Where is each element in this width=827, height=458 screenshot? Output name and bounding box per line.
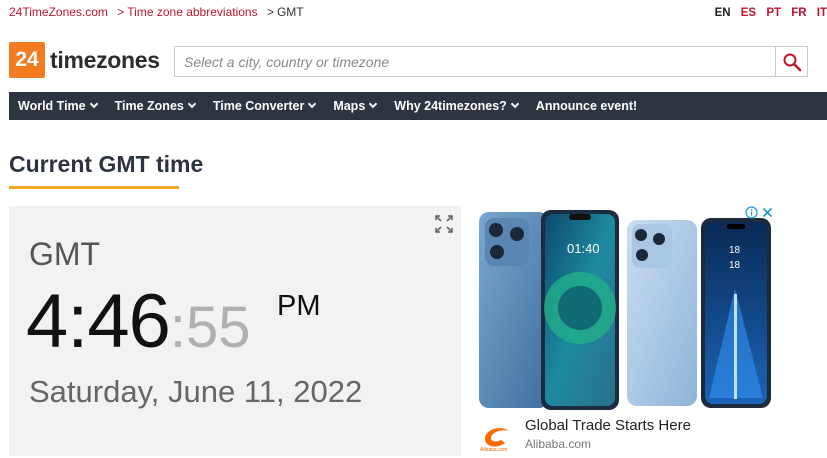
- chevron-down-icon: [187, 99, 197, 109]
- nav-why-24timezones[interactable]: Why 24timezones?: [385, 92, 527, 120]
- lang-es[interactable]: ES: [741, 7, 756, 19]
- ad-info-icon[interactable]: [745, 206, 758, 219]
- ad-image[interactable]: 01:40 18 18: [477, 208, 773, 413]
- breadcrumb-home-link[interactable]: 24TimeZones.com: [9, 5, 108, 19]
- breadcrumb-abbreviations-link[interactable]: Time zone abbreviations: [127, 5, 257, 19]
- ad-close-icon[interactable]: [762, 207, 773, 218]
- svg-text:18: 18: [729, 245, 741, 256]
- top-bar: 24TimeZones.com > Time zone abbreviations…: [0, 0, 827, 24]
- nav-label: Maps: [333, 99, 366, 113]
- nav-label: Why 24timezones?: [394, 99, 507, 113]
- ad-headline[interactable]: Global Trade Starts Here: [525, 417, 691, 434]
- clock-time: 4:46:55: [26, 278, 251, 365]
- page-title: Current GMT time: [9, 151, 204, 177]
- language-switcher: EN ES PT FR IT: [708, 7, 827, 19]
- chevron-down-icon: [89, 99, 98, 109]
- ad-domain[interactable]: Alibaba.com: [525, 437, 591, 451]
- clock-zone: GMT: [29, 236, 101, 272]
- clock-panel: GMT 4:46:55 PM Saturday, June 11, 2022: [9, 206, 461, 456]
- breadcrumb-separator: >: [117, 5, 125, 19]
- nav-label: Time Zones: [114, 99, 184, 113]
- chevron-down-icon: [510, 99, 520, 109]
- logo-badge: 24: [9, 42, 45, 78]
- breadcrumb-separator: >: [266, 5, 274, 19]
- search-input[interactable]: [175, 47, 775, 76]
- ad-phone-time: 01:40: [567, 241, 600, 256]
- nav-time-converter[interactable]: Time Converter: [204, 92, 324, 120]
- clock-date: Saturday, June 11, 2022: [29, 374, 363, 409]
- nav-announce-event[interactable]: Announce event!: [527, 92, 646, 120]
- nav-time-zones[interactable]: Time Zones: [106, 92, 204, 120]
- title-underline: [9, 186, 179, 189]
- advertisement[interactable]: 01:40 18 18 Alibaba.com Global Trade Sta…: [477, 206, 775, 453]
- clock-ampm: PM: [277, 290, 321, 322]
- clock-seconds: :55: [169, 295, 251, 360]
- breadcrumb-current: GMT: [276, 5, 304, 19]
- nav-label: Time Converter: [212, 99, 305, 113]
- alibaba-logo-text: Alibaba.com: [480, 447, 508, 453]
- clock-hours-minutes: 4:46: [26, 279, 171, 364]
- lang-fr[interactable]: FR: [791, 7, 806, 19]
- lang-en[interactable]: EN: [715, 7, 731, 19]
- chevron-down-icon: [308, 99, 317, 109]
- search-icon: [783, 53, 801, 71]
- main-nav: World Time Time Zones Time Converter Map…: [9, 92, 827, 120]
- logo-text: timezones: [50, 46, 160, 73]
- nav-maps[interactable]: Maps: [324, 92, 385, 120]
- ad-badges: [745, 206, 773, 219]
- fullscreen-icon[interactable]: [434, 214, 454, 234]
- lang-it[interactable]: IT: [817, 7, 827, 19]
- search-button[interactable]: [775, 47, 807, 76]
- nav-label: Announce event!: [535, 99, 638, 113]
- lang-pt[interactable]: PT: [766, 7, 781, 19]
- nav-world-time[interactable]: World Time: [9, 92, 106, 120]
- site-logo[interactable]: 24 timezones: [9, 42, 160, 78]
- breadcrumb: 24TimeZones.com > Time zone abbreviations…: [9, 5, 304, 19]
- alibaba-logo: Alibaba.com: [479, 419, 517, 453]
- search-bar: [174, 46, 808, 77]
- chevron-down-icon: [369, 99, 378, 109]
- nav-label: World Time: [18, 99, 86, 113]
- svg-text:18: 18: [729, 260, 741, 271]
